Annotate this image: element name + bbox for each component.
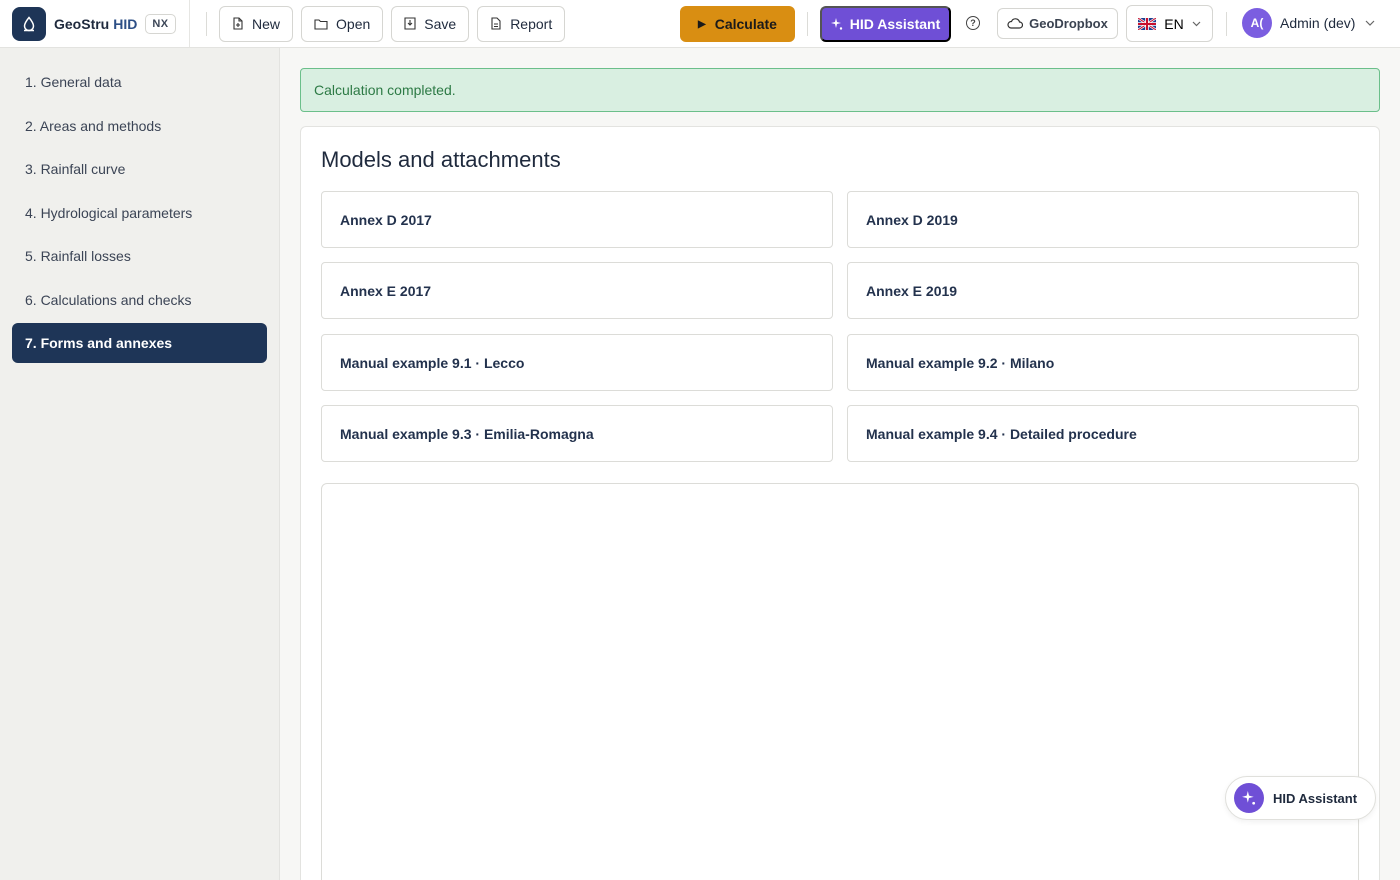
geodropbox-button[interactable]: GeoDropbox: [997, 8, 1118, 39]
calculate-label: Calculate: [714, 16, 777, 32]
sidebar-item-label: 3. Rainfall curve: [25, 161, 126, 177]
app-logo-icon[interactable]: [12, 6, 46, 41]
sidebar-item-label: 1. General data: [25, 74, 122, 90]
open-button[interactable]: Open: [301, 5, 384, 42]
sidebar: 1. General data 2. Areas and methods 3. …: [0, 48, 280, 880]
report-label: Report: [510, 15, 553, 32]
user-menu[interactable]: A( Admin (dev): [1242, 8, 1375, 38]
card-annex-d-2019[interactable]: Annex D 2019: [847, 191, 1359, 248]
save-button[interactable]: Save: [391, 5, 470, 42]
sidebar-item-rainfall-losses[interactable]: 5. Rainfall losses: [12, 236, 267, 276]
save-icon: [404, 17, 416, 30]
sidebar-item-label: 4. Hydrological parameters: [25, 204, 193, 221]
sidebar-item-forms-and-annexes[interactable]: 7. Forms and annexes: [12, 323, 267, 363]
page-title: Models and attachments: [321, 147, 561, 172]
language-label: EN: [1164, 15, 1184, 32]
alert-message: Calculation completed.: [314, 82, 456, 98]
toolbar-divider: [807, 12, 808, 36]
new-button[interactable]: New: [219, 5, 294, 42]
user-name: Admin (dev): [1280, 15, 1356, 31]
sidebar-item-areas-and-methods[interactable]: 2. Areas and methods: [12, 106, 267, 146]
card-label: Annex E 2019: [866, 282, 958, 299]
card-label: Manual example 9.2 · Milano: [866, 354, 1055, 371]
success-alert: Calculation completed.: [300, 68, 1380, 112]
sidebar-item-label: 5. Rainfall losses: [25, 248, 131, 264]
floating-assistant-label: HID Assistant: [1273, 790, 1358, 806]
brand-name: GeoStru HID: [54, 15, 138, 32]
new-label: New: [252, 15, 281, 32]
open-label: Open: [336, 15, 371, 32]
chevron-down-icon: [1192, 21, 1201, 26]
avatar: A(: [1242, 8, 1272, 38]
models-panel: Models and attachments Annex D 2017 Anne…: [300, 126, 1380, 880]
card-label: Annex D 2019: [866, 211, 958, 228]
card-manual-example-9-1[interactable]: Manual example 9.1 · Lecco: [321, 334, 833, 391]
geodropbox-label: GeoDropbox: [1029, 16, 1108, 31]
card-manual-example-9-2[interactable]: Manual example 9.2 · Milano: [847, 334, 1359, 391]
card-annex-d-2017[interactable]: Annex D 2017: [321, 191, 833, 248]
brand: GeoStru HID NX: [0, 0, 190, 47]
calculate-button[interactable]: ▶ Calculate: [680, 6, 795, 42]
card-annex-e-2019[interactable]: Annex E 2019: [847, 262, 1359, 319]
new-file-icon: [233, 17, 243, 30]
language-select[interactable]: EN: [1126, 5, 1213, 42]
report-button[interactable]: Report: [477, 5, 566, 42]
sparkle-icon: [1234, 783, 1264, 813]
sparkle-icon: [830, 18, 842, 30]
card-annex-e-2017[interactable]: Annex E 2017: [321, 262, 833, 319]
save-label: Save: [424, 15, 457, 32]
sidebar-item-label: 7. Forms and annexes: [25, 335, 173, 351]
hid-assistant-label: HID Assistant: [849, 16, 941, 32]
top-bar: GeoStru HID NX New Open Save Report ▶ Cal…: [0, 0, 1400, 48]
sidebar-item-calculations-and-checks[interactable]: 6. Calculations and checks: [12, 280, 267, 320]
sidebar-item-label: 2. Areas and methods: [25, 117, 162, 134]
play-icon: ▶: [698, 18, 706, 30]
document-viewer[interactable]: [321, 483, 1359, 880]
help-icon[interactable]: ?: [966, 16, 980, 30]
sidebar-item-hydrological-parameters[interactable]: 4. Hydrological parameters: [12, 193, 267, 233]
card-manual-example-9-4[interactable]: Manual example 9.4 · Detailed procedure: [847, 405, 1359, 462]
card-manual-example-9-3[interactable]: Manual example 9.3 · Emilia-Romagna: [321, 405, 833, 462]
sidebar-item-rainfall-curve[interactable]: 3. Rainfall curve: [12, 149, 267, 189]
uk-flag-icon: [1138, 17, 1157, 30]
sidebar-item-general-data[interactable]: 1. General data: [12, 62, 267, 102]
hid-assistant-button[interactable]: HID Assistant: [820, 6, 951, 42]
toolbar-divider: [206, 11, 207, 36]
cloud-icon: [1007, 18, 1024, 29]
card-label: Annex E 2017: [340, 282, 432, 299]
folder-icon: [314, 18, 328, 30]
sidebar-item-label: 6. Calculations and checks: [25, 291, 192, 308]
card-label: Manual example 9.3 · Emilia-Romagna: [340, 425, 594, 442]
edition-badge: NX: [145, 13, 176, 34]
chevron-down-icon: [1366, 20, 1375, 26]
toolbar-divider: [1226, 12, 1227, 36]
card-label: Manual example 9.4 · Detailed procedure: [866, 425, 1137, 442]
report-icon: [491, 17, 501, 30]
card-label: Manual example 9.1 · Lecco: [340, 354, 525, 371]
floating-assistant-button[interactable]: HID Assistant: [1225, 776, 1376, 820]
card-label: Annex D 2017: [340, 211, 432, 228]
